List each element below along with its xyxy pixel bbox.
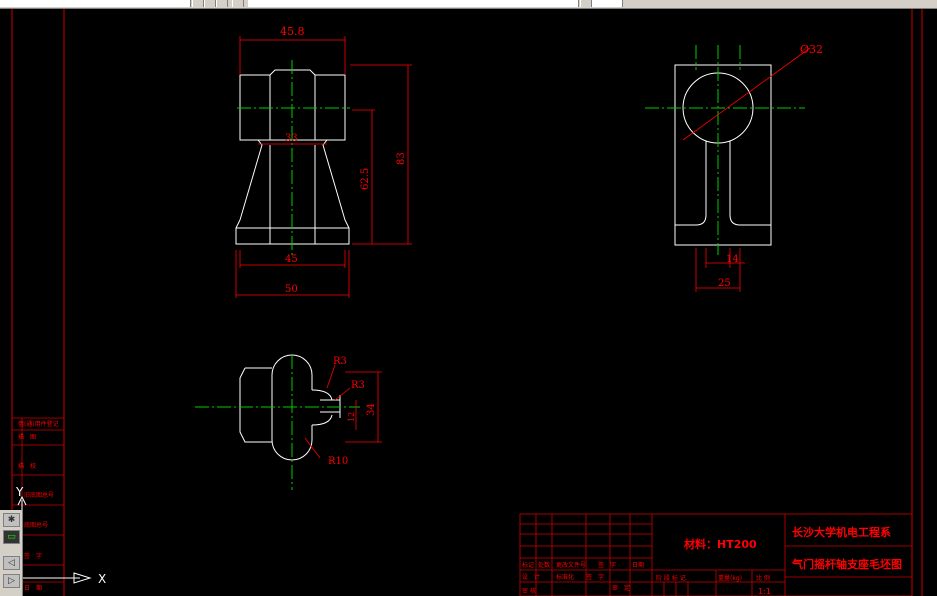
left-block-label: 旧底图总号 [24,491,54,499]
drawing-title: 气门摇杆轴支座毛坯图 [791,557,902,571]
toolbar-button[interactable] [232,0,244,7]
left-block-label: 描 图 [18,433,36,441]
title-cell: 签 字 [598,561,616,569]
left-block-label: 签 字 [24,552,42,560]
ucs-icon [17,495,92,584]
title-cell: 审 定 [612,584,630,592]
title-cell: 审 核 [522,587,536,595]
top-view: R3 R3 34 12 R10 [195,354,382,490]
triangle-right-icon[interactable]: ▷ [3,574,20,588]
left-block-label: 底图总号 [24,521,48,529]
sheet-border [11,9,923,596]
ucs-y-label: Y [15,485,24,499]
toolbar-button[interactable] [192,0,204,7]
title-cell: 日期 [632,561,644,569]
material-label: 材料：HT200 [684,537,757,551]
triangle-left-icon[interactable]: ◁ [3,556,20,570]
lineweight-dropdown[interactable] [592,0,623,7]
scale-value: 1:1 [758,587,771,596]
title-cell: 处数 [538,561,550,569]
title-cell: 标准化 [556,573,574,581]
dim-top-label: 45.8 [280,25,305,38]
front-view: 45.8 33 62.5 83 45 50 [235,25,412,298]
dim-34-label: 34 [366,403,377,416]
dim-base-label: 45 [285,254,298,265]
side-view: Ø32 14 25 [645,43,823,292]
toolbar-button[interactable] [204,0,216,7]
title-cell: 标记 [522,561,534,569]
dim-height-total-label: 83 [396,152,407,165]
title-cell: 设 计 [522,573,540,581]
dim-bottom-label: 50 [285,284,298,295]
title-cell: 重量(kg) [718,574,742,582]
radius-r3-a-label: R3 [333,356,347,367]
title-cell: 比 例 [756,574,770,582]
linetype-dropdown[interactable] [248,0,579,7]
radius-r3-b-label: R3 [351,380,365,391]
dim-mid-label: 33 [285,133,298,144]
toolbar [0,0,937,9]
dim-12-label: 12 [347,412,356,422]
dim-height-inner-label: 62.5 [360,168,371,190]
star-icon[interactable]: ✱ [3,513,20,527]
dropdown-arrow-icon[interactable] [580,0,592,7]
school-name: 长沙大学机电工程系 [792,525,891,539]
title-cell: 阶 段 标 记 [656,574,686,582]
title-cell: 更改文件号 [556,561,586,569]
left-block-label: 描 校 [18,462,36,470]
toolbar-button[interactable] [216,0,228,7]
left-block-label: 日 期 [24,584,42,592]
cad-application: 45.8 33 62.5 83 45 50 Ø32 14 25 R3 R3 34… [0,0,937,596]
layer-dropdown[interactable] [0,0,191,7]
dim-diameter-label: Ø32 [800,43,823,56]
title-cell: 签 字 [586,573,604,581]
ucs-x-label: X [98,572,106,586]
drawing-canvas[interactable]: 45.8 33 62.5 83 45 50 Ø32 14 25 R3 R3 34… [0,9,937,596]
tool-palette: ✱ ▭ ◁ ▷ [0,510,23,596]
left-block-label: 借(通)用件登记 [18,420,59,428]
radius-r10-label: R10 [328,456,348,467]
layer-icon[interactable]: ▭ [3,530,20,544]
dim-25-label: 25 [718,278,731,289]
dim-14-label: 14 [726,254,739,265]
